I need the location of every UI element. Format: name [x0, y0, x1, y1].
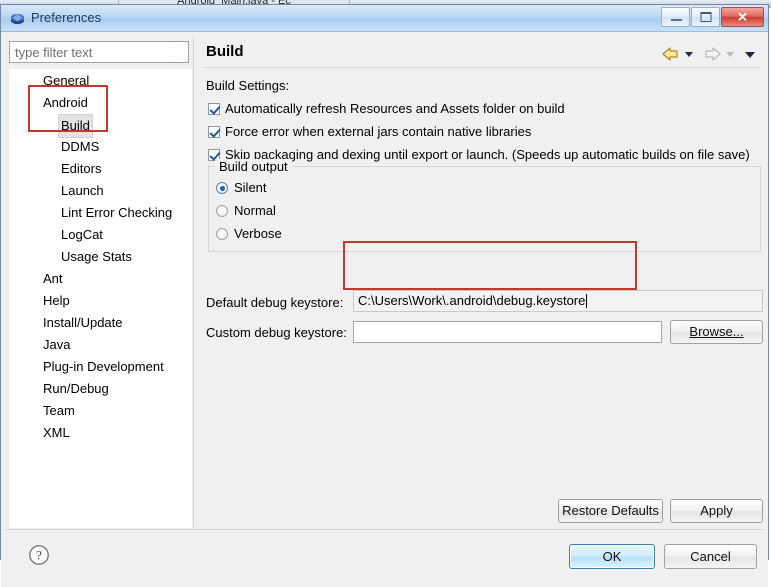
- right-panel: Build Build Settings: Automatically refr…: [201, 41, 763, 529]
- dialog-title: Preferences: [31, 10, 102, 25]
- tree-item-ant[interactable]: Ant: [10, 268, 191, 290]
- dialog-footer: ? OK Cancel: [1, 530, 768, 587]
- svg-text:?: ?: [36, 548, 42, 563]
- browse-button[interactable]: Browse...: [670, 320, 763, 344]
- cancel-button[interactable]: Cancel: [664, 544, 757, 569]
- radio-verbose[interactable]: Verbose: [216, 226, 282, 241]
- checkbox-icon[interactable]: [208, 126, 220, 138]
- tree-item-label: Plug-in Development: [43, 359, 164, 374]
- restore-defaults-label: Restore Defaults: [562, 503, 659, 518]
- forward-dropdown-chevron-down-icon: [723, 46, 737, 62]
- tree-item-install-update[interactable]: Install/Update: [10, 312, 191, 334]
- checkbox-auto-refresh[interactable]: Automatically refresh Resources and Asse…: [208, 101, 565, 116]
- tree-item-help[interactable]: Help: [10, 290, 191, 312]
- tree-item-label: Usage Stats: [61, 249, 132, 264]
- close-button[interactable]: ✕: [721, 7, 764, 27]
- tree-item-label: Ant: [43, 271, 63, 286]
- checkbox-icon[interactable]: [208, 103, 220, 115]
- browse-button-label: Browse...: [689, 324, 744, 339]
- ok-button[interactable]: OK: [569, 544, 655, 569]
- radio-silent[interactable]: Silent: [216, 180, 267, 195]
- default-keystore-label: Default debug keystore:: [206, 295, 344, 310]
- back-dropdown-chevron-down-icon[interactable]: [682, 46, 696, 62]
- tree-item-label: DDMS: [61, 139, 100, 154]
- radio-normal[interactable]: Normal: [216, 203, 276, 218]
- tree-item-label: Install/Update: [43, 315, 123, 330]
- tree-item-label: Editors: [61, 161, 102, 176]
- tree-item-team[interactable]: Team: [10, 400, 191, 422]
- dialog-titlebar[interactable]: Preferences ✕: [1, 5, 768, 32]
- page-title: Build: [206, 43, 244, 60]
- minimize-icon: [671, 19, 682, 21]
- preferences-tree[interactable]: General Android Build DDMS Editors Launch Lint…: [9, 69, 192, 528]
- page-nav-toolbar: [661, 44, 763, 64]
- screenshot-root: Android_Main.java - Ec Preferences ✕: [0, 0, 771, 587]
- close-icon: ✕: [737, 9, 748, 25]
- tree-item-android[interactable]: Android: [10, 92, 191, 114]
- tree-item-xml[interactable]: XML: [10, 422, 191, 444]
- custom-keystore-label: Custom debug keystore:: [206, 325, 347, 340]
- left-panel: General Android BuildDDMS Editors Launch Lint…: [9, 41, 192, 529]
- tree-item-lint-error-checking[interactable]: Lint Error Checking: [10, 202, 191, 224]
- maximize-button[interactable]: [691, 7, 720, 27]
- tree-item-ddms[interactable]: DDMS: [10, 136, 191, 158]
- tree-item-label: Build: [58, 114, 93, 138]
- tree-item-java[interactable]: Java: [10, 334, 191, 356]
- tree-item-label: XML: [43, 425, 70, 440]
- tree-item-launch[interactable]: Launch: [10, 180, 191, 202]
- dialog-body: GeneralAndroidBuildDDMSEditorsLaunchLint…: [1, 32, 768, 587]
- tree-item-label: LogCat: [61, 227, 103, 242]
- tree-item-label: Team: [43, 403, 75, 418]
- maximize-icon: [700, 12, 711, 22]
- build-output-group-title: Build output: [215, 159, 292, 174]
- tree-item-usage-stats[interactable]: Usage Stats: [10, 246, 191, 268]
- tree-item-run-debug[interactable]: Run/Debug: [10, 378, 191, 400]
- checkbox-label: Skip packaging and dexing until export o…: [225, 147, 750, 162]
- search-input[interactable]: [10, 42, 188, 62]
- tree-item-build[interactable]: Build: [10, 114, 191, 138]
- forward-arrow-icon: [702, 46, 722, 62]
- tree-item-editors[interactable]: Editors: [10, 158, 191, 180]
- radio-label: Normal: [234, 203, 276, 218]
- radio-icon[interactable]: [216, 182, 228, 194]
- tree-item-label: Android: [43, 95, 88, 110]
- checkbox-label: Force error when external jars contain n…: [225, 124, 532, 139]
- restore-defaults-button[interactable]: Restore Defaults: [558, 499, 663, 523]
- tree-item-logcat[interactable]: LogCat: [10, 224, 191, 246]
- apply-button[interactable]: Apply: [670, 499, 763, 523]
- title-rule: [203, 67, 761, 68]
- text-caret: [586, 294, 588, 308]
- build-settings-label: Build Settings:: [206, 78, 290, 93]
- checkbox-label: Automatically refresh Resources and Asse…: [225, 101, 565, 116]
- panel-divider: [193, 36, 194, 527]
- window-controls: ✕: [660, 7, 764, 28]
- preferences-icon: [10, 13, 25, 25]
- radio-icon[interactable]: [216, 205, 228, 217]
- apply-label: Apply: [700, 503, 733, 518]
- tree-item-label: Launch: [61, 183, 104, 198]
- tree-item-label: General: [43, 73, 90, 88]
- tree-item-label: Run/Debug: [43, 381, 109, 396]
- minimize-button[interactable]: [661, 7, 690, 27]
- radio-icon[interactable]: [216, 228, 228, 240]
- filter-box[interactable]: [9, 41, 189, 63]
- back-arrow-icon[interactable]: [661, 46, 681, 62]
- preferences-dialog: Preferences ✕ GeneralAndroidBui: [0, 4, 769, 587]
- default-keystore-value: C:\Users\Work\.android\debug.keystore: [358, 293, 586, 308]
- tree-item-label: Lint Error Checking: [61, 205, 173, 220]
- radio-label: Verbose: [234, 226, 282, 241]
- custom-keystore-input[interactable]: [353, 321, 662, 343]
- tree-item-label: Java: [43, 337, 71, 352]
- default-keystore-input[interactable]: C:\Users\Work\.android\debug.keystore: [353, 290, 763, 312]
- radio-label: Silent: [234, 180, 267, 195]
- checkbox-force-error[interactable]: Force error when external jars contain n…: [208, 124, 531, 139]
- tree-item-label: Help: [43, 293, 70, 308]
- help-icon[interactable]: ?: [28, 544, 50, 566]
- build-output-group: [208, 166, 761, 252]
- menu-chevron-down-icon[interactable]: [743, 46, 757, 62]
- tree-item-plug-in-development[interactable]: Plug-in Development: [10, 356, 191, 378]
- tree-item-general[interactable]: General: [10, 70, 191, 92]
